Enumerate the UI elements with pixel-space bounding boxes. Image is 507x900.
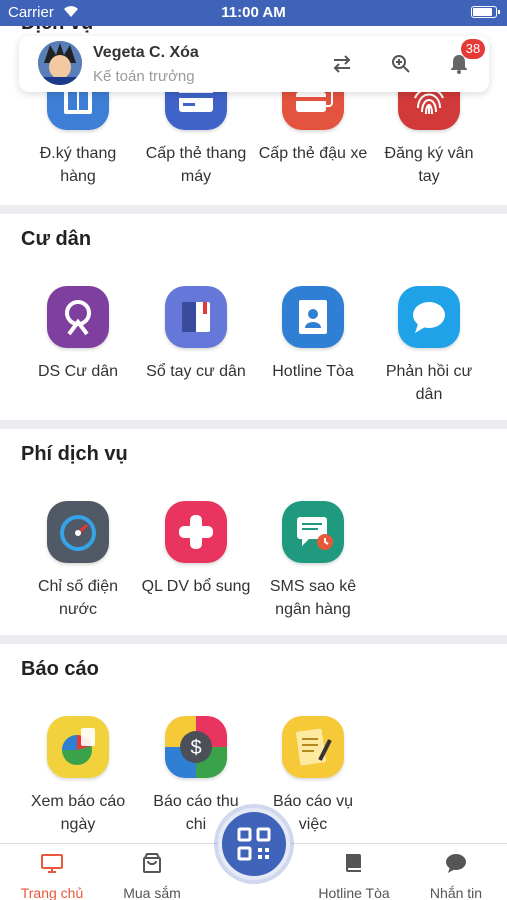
swap-icon[interactable] (330, 52, 354, 76)
tile-label: Sổ tay cư dân (146, 363, 246, 380)
nav-trang-chu[interactable]: Trang chủ (7, 844, 97, 900)
qr-code-icon (237, 827, 271, 861)
tile-xem-bao-cao-ngay[interactable]: Xem báo cáo ngày (23, 716, 133, 836)
avatar[interactable] (38, 41, 82, 85)
feedback-icon (398, 286, 460, 348)
nav-mua-sam[interactable]: Mua sắm (107, 844, 197, 900)
section-phi-dich-vu: Phí dịch vụ Chỉ số điện nước QL DV bổ su… (0, 429, 507, 635)
shopping-bag-icon (143, 853, 161, 873)
nav-label: Hotline Tòa (318, 885, 390, 900)
meter-icon (47, 501, 109, 563)
section-dich-vu: Dịch vụ Đ.ký thang hàng Cấp thẻ thang má… (0, 0, 507, 205)
tile-label: Cấp thẻ đậu xe (258, 145, 368, 162)
profile-role: Kế toán trưởng (93, 68, 195, 85)
home-monitor-icon (41, 854, 63, 873)
tile-label: Chỉ số điện nước (37, 578, 119, 618)
status-time: 11:00 AM (221, 4, 286, 21)
section-cu-dan: Cư dân DS Cư dân Sổ tay cư dân Hotline T… (0, 214, 507, 420)
hotline-icon (282, 286, 344, 348)
tile-chi-so-dien-nuoc[interactable]: Chỉ số điện nước (23, 501, 133, 621)
book-icon (346, 854, 361, 872)
status-bar: Carrier 11:00 AM (0, 0, 507, 26)
tile-label: Hotline Tòa (272, 363, 354, 380)
tile-sms-sao-ke[interactable]: SMS sao kê ngân hàng (258, 501, 368, 621)
tile-hotline-toa[interactable]: Hotline Tòa (258, 286, 368, 383)
notification-badge: 38 (461, 39, 485, 59)
profile-card[interactable]: Vegeta C. Xóa Kế toán trưởng 38 (19, 36, 489, 92)
chat-icon (446, 854, 466, 873)
qr-scan-button[interactable] (218, 808, 290, 880)
svg-text:$: $ (190, 737, 201, 759)
battery-icon (471, 6, 500, 18)
nav-label: Mua sắm (123, 885, 181, 900)
section-title-phi-dich-vu: Phí dịch vụ (21, 443, 128, 465)
section-title-cu-dan: Cư dân (21, 228, 92, 250)
add-service-icon (165, 501, 227, 563)
handbook-icon (165, 286, 227, 348)
nav-label: Trang chủ (20, 885, 84, 900)
tile-label: Đ.ký thang hàng (39, 145, 117, 185)
daily-report-icon (47, 716, 109, 778)
tile-ql-dv-bo-sung[interactable]: QL DV bổ sung (141, 501, 251, 598)
nav-hotline-toa[interactable]: Hotline Tòa (309, 844, 399, 900)
tile-label: Phản hồi cư dân (385, 363, 473, 403)
tile-label: Cấp thẻ thang máy (145, 145, 247, 185)
nav-nhan-tin[interactable]: Nhắn tin (411, 844, 501, 900)
incident-report-icon (282, 716, 344, 778)
tile-label: SMS sao kê ngân hàng (269, 578, 357, 618)
tile-label: Đăng ký vân tay (384, 145, 474, 185)
section-title-bao-cao: Báo cáo (21, 658, 99, 680)
resident-list-icon (47, 286, 109, 348)
tile-so-tay-cu-dan[interactable]: Sổ tay cư dân (141, 286, 251, 383)
tile-label: DS Cư dân (37, 363, 119, 380)
sms-statement-icon (282, 501, 344, 563)
tile-ds-cu-dan[interactable]: DS Cư dân (23, 286, 133, 383)
nav-label: Nhắn tin (429, 885, 483, 900)
tile-label: QL DV bổ sung (141, 578, 251, 595)
tile-phan-hoi-cu-dan[interactable]: Phản hồi cư dân (374, 286, 484, 406)
zoom-in-icon[interactable] (389, 52, 413, 76)
tile-label: Xem báo cáo ngày (30, 793, 126, 833)
profile-name: Vegeta C. Xóa (93, 44, 199, 61)
income-expense-icon: $ (165, 716, 227, 778)
